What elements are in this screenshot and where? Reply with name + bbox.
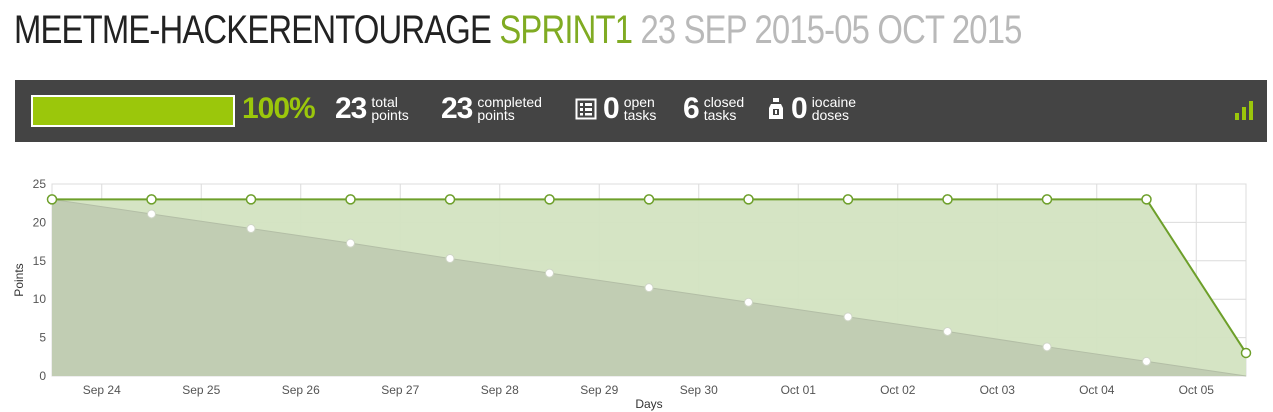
x-tick-label: Oct 01 [781,383,817,397]
ideal-point [346,238,355,248]
total-points-value: 23 [335,92,367,125]
burndown-chart: 0 5 10 15 20 25 Sep 24 Sep 25 Sep 26 Sep 27 Sep 28… [12,177,1252,411]
total-points-label: total points [371,94,409,123]
y-tick-label: 15 [33,254,47,268]
iocaine-bottle-icon [767,97,785,121]
actual-point [1240,347,1252,359]
x-tick-label: Sep 25 [182,383,220,397]
actual-point [743,194,754,205]
actual-point [245,194,257,205]
sprint-name: SPRINT1 [499,8,633,52]
x-tick-label: Sep 29 [580,383,618,397]
y-tick-label: 0 [39,369,46,383]
actual-point [345,194,356,205]
x-tick-label: Sep 27 [381,383,419,397]
ideal-point [1142,356,1151,366]
x-tick-label: Oct 05 [1179,383,1215,397]
actual-point [1141,194,1152,205]
actual-point [146,194,157,205]
sprint-stats-bar: 100% 23 total points 23 completed points… [15,80,1267,142]
bar-graph-icon[interactable] [1234,100,1254,125]
progress-percent: 100% [242,92,316,125]
open-tasks-stat: 0 open tasks [575,92,656,126]
iocaine-doses-label: iocaine doses [811,94,857,123]
project-name: MEETME-HACKERENTOURAGE [14,8,492,52]
actual-point [1041,194,1053,205]
y-tick-label: 20 [33,215,47,229]
actual-point [942,194,953,205]
y-axis-label: Points [12,263,26,296]
progress-bar-fill [33,97,233,125]
closed-tasks-label: closed tasks [703,94,745,123]
ideal-point [943,326,952,336]
ideal-point [744,297,753,307]
total-points-stat: 23 total points [335,92,409,126]
y-tick-label: 5 [39,331,46,345]
actual-point [544,194,555,205]
ideal-point [1042,342,1052,352]
actual-point [444,194,456,205]
completed-points-stat: 23 completed points [441,92,542,126]
ideal-point [644,283,654,293]
open-tasks-value: 0 [603,92,620,125]
y-tick-label: 25 [33,177,47,191]
ideal-point [843,312,853,322]
x-tick-label: Oct 04 [1079,383,1115,397]
progress-bar [31,95,235,127]
actual-point [46,194,58,205]
x-tick-label: Sep 28 [481,383,519,397]
completed-points-value: 23 [441,92,473,125]
open-tasks-label: open tasks [623,94,657,123]
ideal-point [147,209,156,219]
x-tick-label: Sep 24 [83,383,121,397]
ideal-point [445,253,455,263]
x-tick-label: Oct 02 [880,383,916,397]
sprint-title: MEETME-HACKERENTOURAGE SPRINT1 23 SEP 20… [14,0,1022,60]
ideal-point [246,224,256,234]
closed-tasks-value: 6 [683,92,700,125]
actual-point [842,194,854,205]
x-axis-label: Days [635,397,662,411]
task-list-icon [575,98,597,120]
x-tick-label: Oct 03 [980,383,1016,397]
y-tick-label: 10 [33,292,47,306]
closed-tasks-stat: 6 closed tasks [683,92,744,126]
iocaine-doses-stat: 0 iocaine doses [767,92,856,126]
iocaine-doses-value: 0 [791,92,808,125]
ideal-point [545,268,554,278]
sprint-dates: 23 SEP 2015-05 OCT 2015 [640,8,1022,52]
x-tick-label: Sep 26 [282,383,320,397]
completed-points-label: completed points [477,94,542,123]
actual-point [643,194,655,205]
x-tick-label: Sep 30 [680,383,718,397]
